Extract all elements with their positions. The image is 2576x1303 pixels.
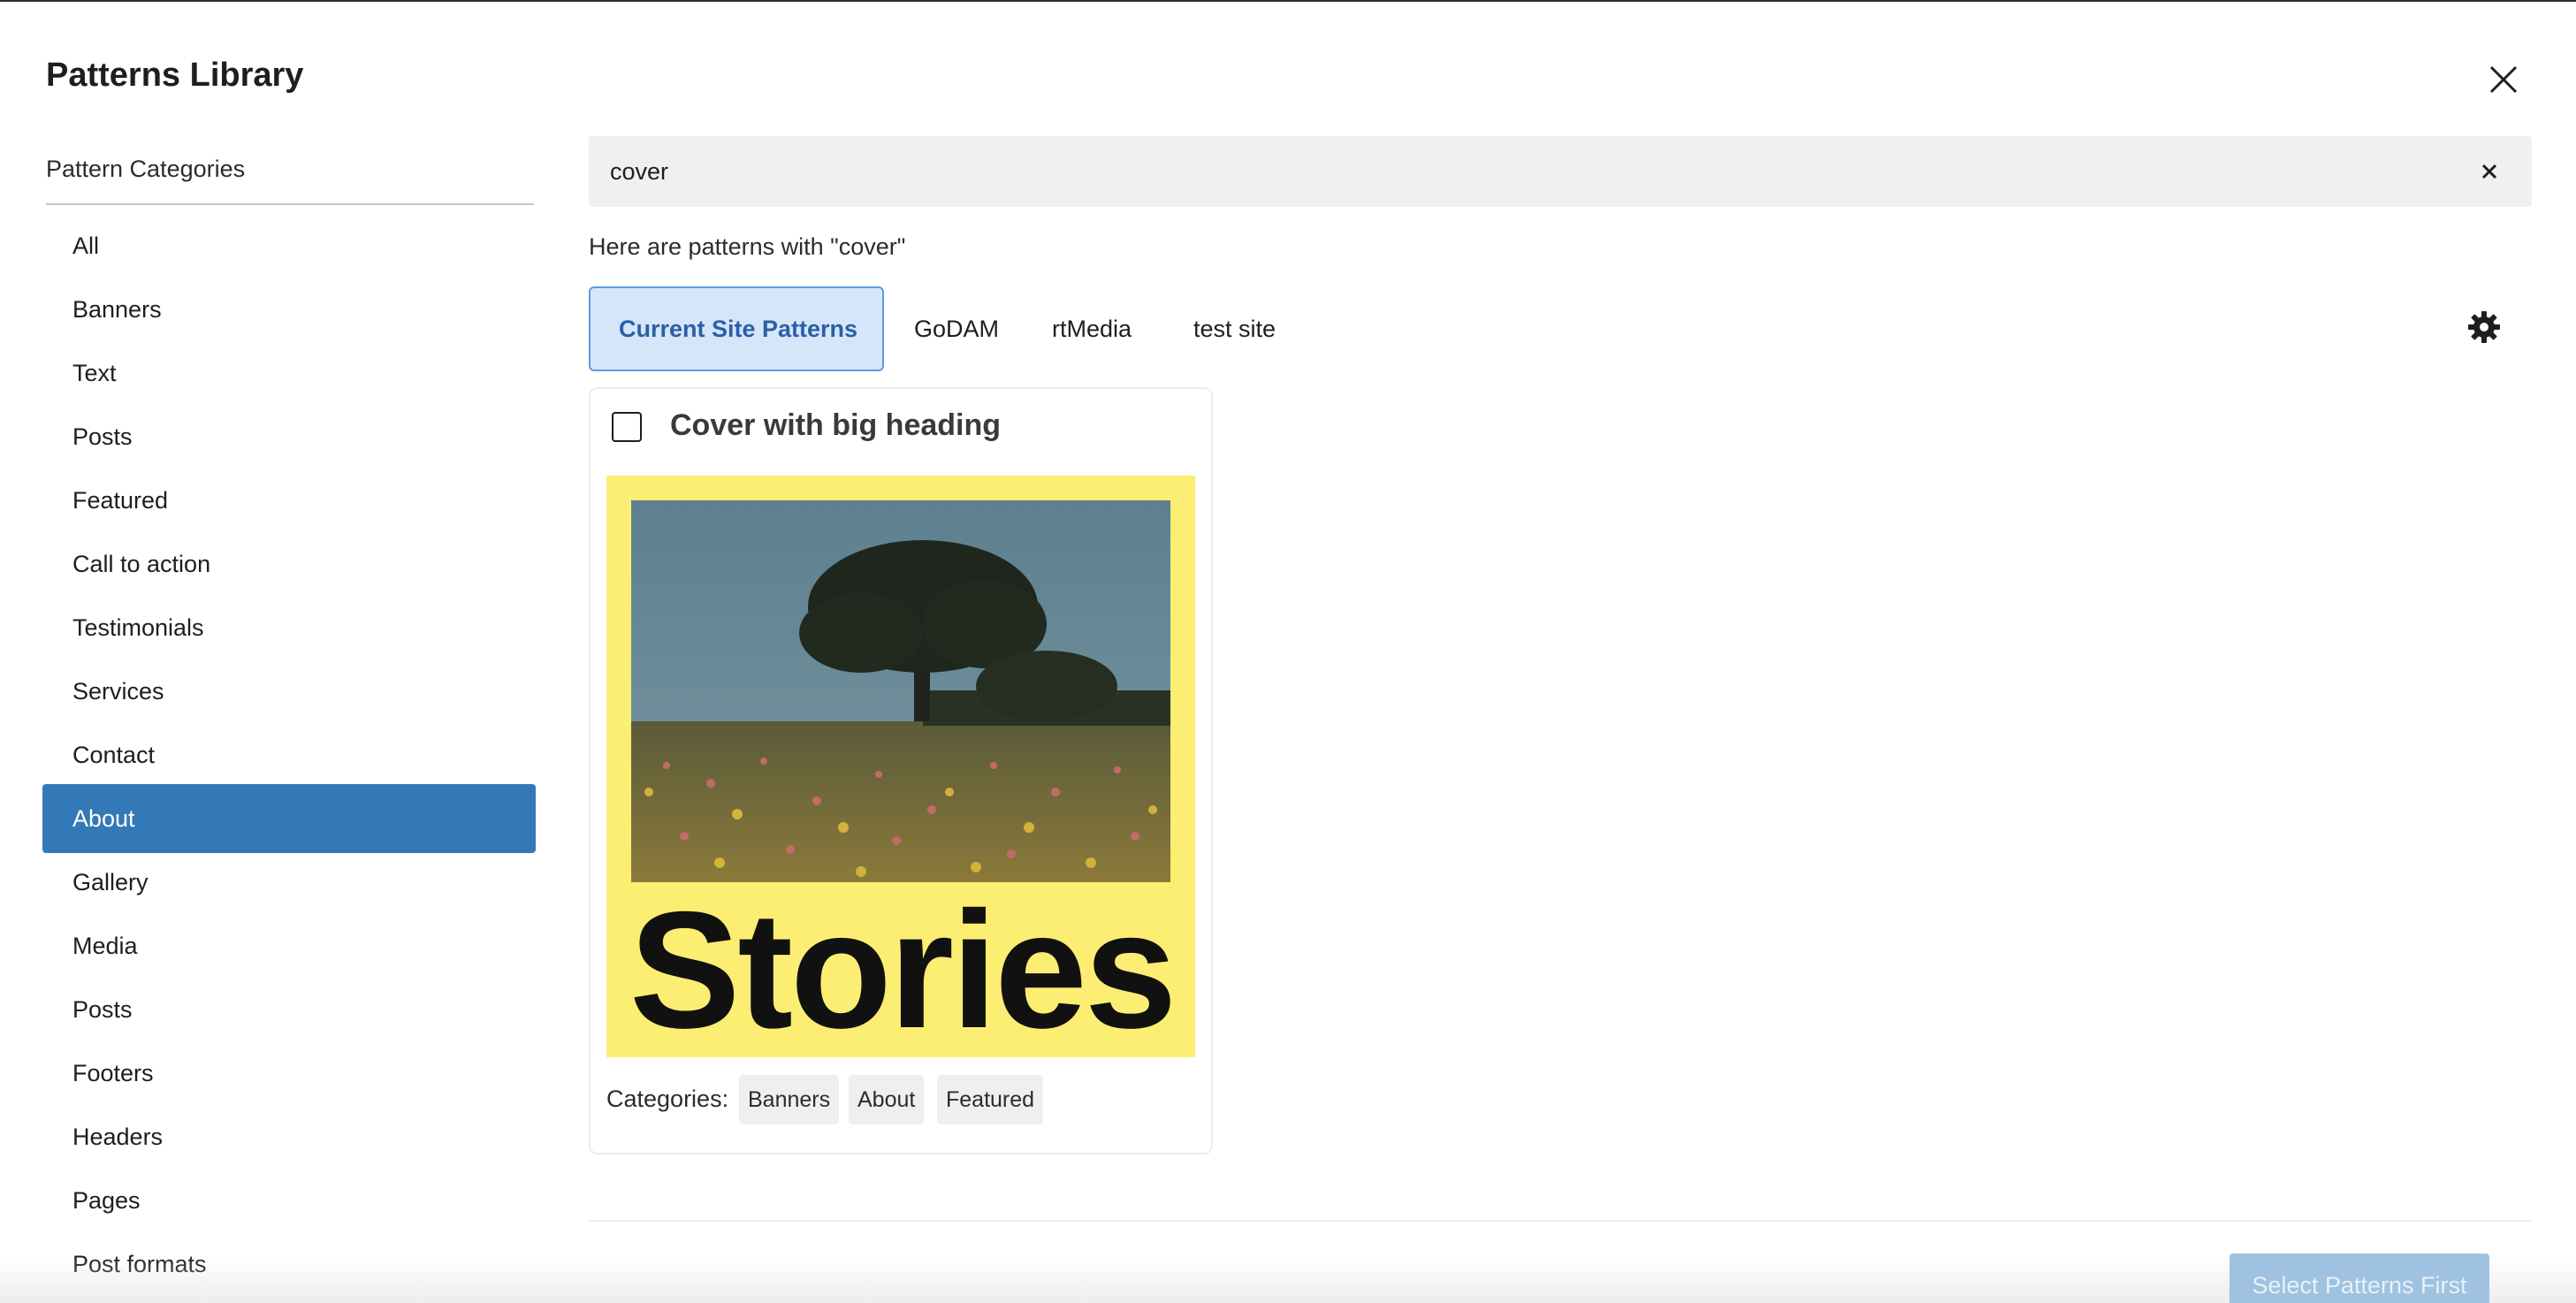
window-top-border [0,0,2576,2]
search-result-text: Here are patterns with "cover" [589,233,906,260]
footer-shadow [0,1255,2576,1303]
sidebar-item-posts-2[interactable]: Posts [42,978,536,1041]
sidebar-item-about[interactable]: About [42,784,536,853]
clear-search-icon [2481,164,2497,179]
categories-heading: Pattern Categories [46,156,246,182]
categories-list: All Banners Text Posts Featured Call to … [42,214,536,1296]
tab-godam[interactable]: GoDAM [914,286,999,371]
sidebar-item-testimonials[interactable]: Testimonials [42,596,536,659]
tab-test-site[interactable]: test site [1193,286,1276,371]
gear-icon [2468,311,2500,343]
footer-divider [589,1220,2532,1222]
sidebar-item-footers[interactable]: Footers [42,1041,536,1105]
pattern-title: Cover with big heading [670,408,1002,442]
preview-heading: Stories [629,877,1177,1063]
category-chip: Banners [739,1075,840,1124]
pattern-categories-label: Categories: [606,1086,729,1112]
sidebar-item-posts[interactable]: Posts [42,405,536,469]
sidebar-item-services[interactable]: Services [42,659,536,723]
categories-divider [46,203,534,205]
select-patterns-button[interactable]: Select Patterns First [2229,1253,2489,1303]
settings-button[interactable] [2466,309,2502,345]
category-chip: Featured [937,1075,1044,1124]
close-icon [2489,65,2518,94]
sidebar-item-media[interactable]: Media [42,914,536,978]
search-input[interactable] [610,136,2449,207]
search-bar [589,136,2532,207]
tab-current-site-patterns[interactable]: Current Site Patterns [589,286,884,371]
sidebar-item-featured[interactable]: Featured [42,469,536,532]
dialog-title: Patterns Library [46,57,304,94]
sidebar-item-all[interactable]: All [42,214,536,278]
category-chip: About [849,1075,925,1124]
pattern-select-checkbox[interactable] [612,412,642,442]
sidebar-item-pages[interactable]: Pages [42,1169,536,1232]
close-button[interactable] [2482,58,2525,101]
sidebar-item-text[interactable]: Text [42,341,536,405]
sidebar-item-banners[interactable]: Banners [42,278,536,341]
tab-rtmedia[interactable]: rtMedia [1052,286,1132,371]
sidebar-item-gallery[interactable]: Gallery [42,850,536,914]
preview-image [631,500,1170,882]
sidebar-item-headers[interactable]: Headers [42,1105,536,1169]
sidebar-item-contact[interactable]: Contact [42,723,536,787]
clear-search-button[interactable] [2475,157,2504,186]
sidebar-item-call-to-action[interactable]: Call to action [42,532,536,596]
